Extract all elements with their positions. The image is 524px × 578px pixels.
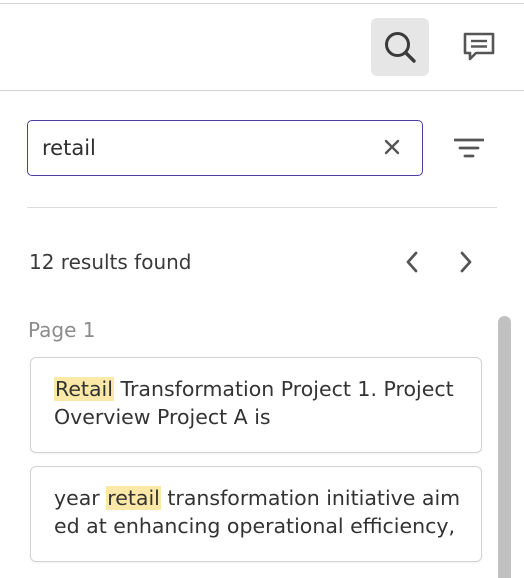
match-highlight: retail — [106, 486, 161, 510]
snippet-text: year — [54, 486, 107, 510]
search-field — [27, 120, 423, 176]
clear-search-button[interactable] — [380, 135, 404, 159]
next-result-button[interactable] — [452, 246, 480, 278]
chevron-left-icon — [406, 251, 418, 273]
match-highlight: Retail — [54, 377, 114, 401]
comments-button[interactable] — [455, 20, 503, 74]
scrollbar-thumb[interactable] — [498, 316, 511, 578]
search-input[interactable] — [42, 121, 362, 174]
filter-button[interactable] — [448, 128, 490, 168]
divider — [27, 207, 497, 208]
results-count: 12 results found — [29, 250, 192, 274]
chevron-right-icon — [460, 251, 472, 273]
search-toggle-button[interactable] — [371, 18, 429, 76]
filter-icon — [454, 138, 484, 158]
search-result-card[interactable]: year retail transformation initiative ai… — [30, 466, 482, 562]
result-snippet: Retail Transformation Project 1. Project… — [54, 375, 461, 431]
snippet-text: Transformation Project 1. Project Overvi… — [54, 377, 454, 429]
page-label: Page 1 — [28, 318, 96, 342]
search-icon — [385, 32, 416, 63]
result-snippet: year retail transformation initiative ai… — [54, 484, 461, 540]
comment-icon — [463, 32, 495, 61]
previous-result-button[interactable] — [398, 246, 426, 278]
panel-header — [0, 4, 524, 91]
close-icon — [384, 139, 400, 155]
search-result-card[interactable]: Retail Transformation Project 1. Project… — [30, 357, 482, 453]
